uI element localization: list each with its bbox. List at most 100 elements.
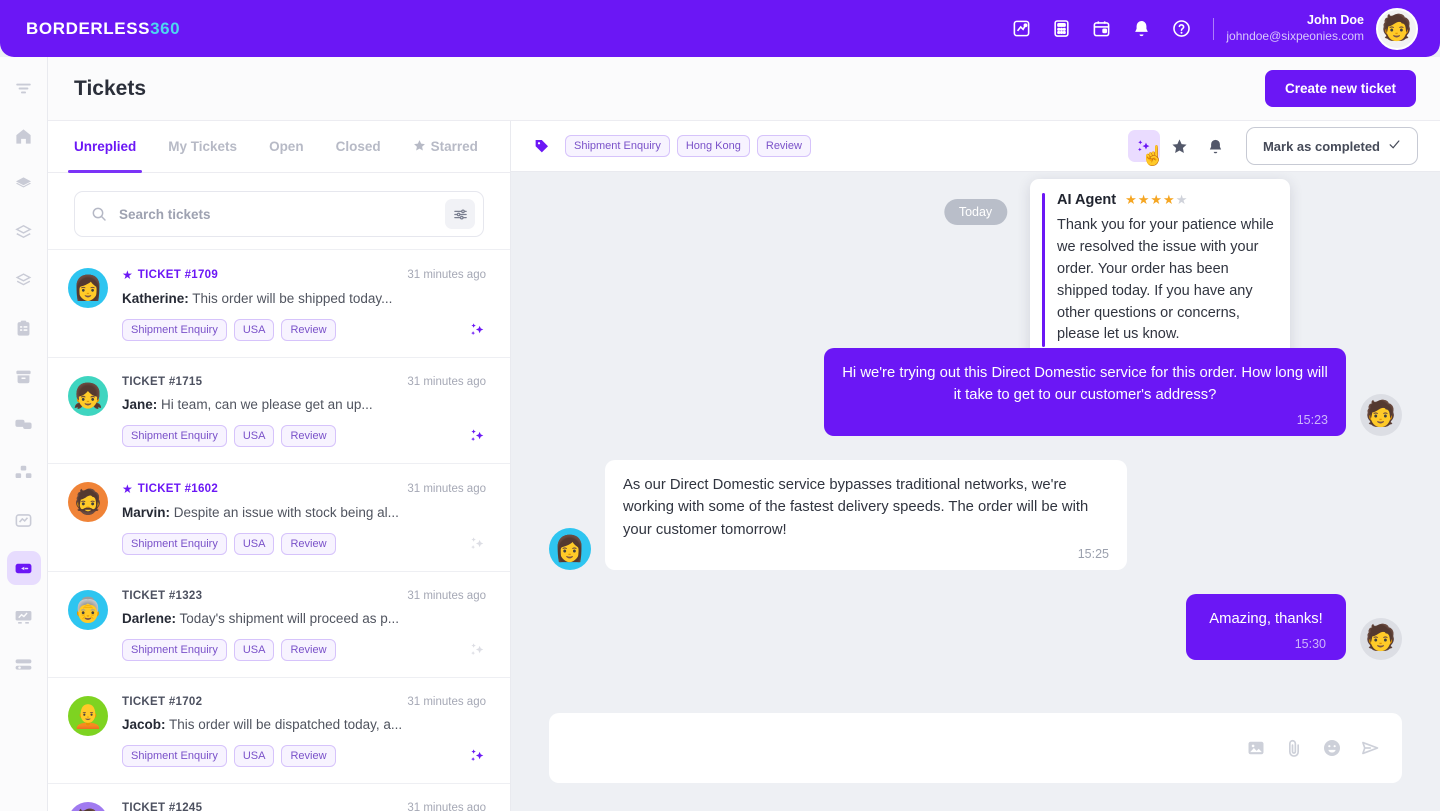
clipboard-icon[interactable] <box>7 311 41 345</box>
status-badge[interactable]: Review <box>281 639 335 661</box>
ai-rating[interactable]: ★★★★★ <box>1125 192 1188 208</box>
ai-agent-title: AI Agent <box>1057 192 1116 208</box>
tab-closed[interactable]: Closed <box>320 121 397 172</box>
mark-as-completed-button[interactable]: Mark as completed <box>1246 127 1418 165</box>
ai-suggestion-card[interactable]: AI Agent ★★★★★ Thank you for your patien… <box>1030 179 1290 361</box>
status-badge[interactable]: USA <box>234 319 275 341</box>
ticket-snippet: This order will be shipped today... <box>192 291 392 306</box>
ticket-list[interactable]: 👩 ★ TICKET #1709 31 minutes ago Katherin… <box>48 249 510 811</box>
status-badge[interactable]: Review <box>281 319 335 341</box>
menu-collapse-icon[interactable] <box>7 71 41 105</box>
layers-icon[interactable] <box>7 167 41 201</box>
status-badge[interactable]: Shipment Enquiry <box>122 533 227 555</box>
sparkle-icon[interactable] <box>468 535 486 553</box>
image-icon[interactable] <box>1246 738 1266 758</box>
layers-stack-icon[interactable] <box>7 215 41 249</box>
status-badge[interactable]: Review <box>281 425 335 447</box>
tab-unreplied[interactable]: Unreplied <box>58 121 152 172</box>
conversation-header: Shipment Enquiry Hong Kong Review ☝ Mark… <box>511 121 1440 172</box>
left-rail <box>0 57 48 811</box>
search-box[interactable] <box>74 191 484 237</box>
star-icon: ★ <box>122 268 133 282</box>
sparkle-icon[interactable] <box>468 321 486 339</box>
chart-icon[interactable] <box>7 503 41 537</box>
boxes-icon[interactable] <box>7 455 41 489</box>
status-badge[interactable]: USA <box>234 425 275 447</box>
ticket-sender: Darlene: <box>122 611 176 626</box>
status-badge[interactable]: USA <box>234 745 275 767</box>
page-title: Tickets <box>74 77 146 101</box>
avatar: 👧 <box>68 376 108 416</box>
status-badge[interactable]: USA <box>234 533 275 555</box>
message-composer[interactable] <box>549 713 1402 783</box>
help-icon[interactable] <box>1161 9 1201 49</box>
message-bubble[interactable]: As our Direct Domestic service bypasses … <box>605 460 1127 570</box>
create-new-ticket-button[interactable]: Create new ticket <box>1265 70 1416 107</box>
settings-toggle-icon[interactable] <box>7 647 41 681</box>
message-text: Amazing, thanks! <box>1206 608 1326 630</box>
sliders-icon[interactable] <box>445 199 475 229</box>
ai-suggestion-text: Thank you for your patience while we res… <box>1057 215 1276 346</box>
avatar: 👩 <box>549 528 591 570</box>
sparkle-icon[interactable] <box>468 641 486 659</box>
calendar-icon[interactable] <box>1081 9 1121 49</box>
report-icon[interactable] <box>7 599 41 633</box>
table-row[interactable]: 🧔 ★ TICKET #1602 31 minutes ago Marvin: … <box>48 463 510 571</box>
status-badge[interactable]: Shipment Enquiry <box>122 745 227 767</box>
status-badge[interactable]: Review <box>281 533 335 555</box>
chat-icon[interactable] <box>7 407 41 441</box>
status-badge[interactable]: USA <box>234 639 275 661</box>
avatar-glyph: 🧑 <box>1365 400 1396 429</box>
tab-my-tickets[interactable]: My Tickets <box>152 121 253 172</box>
table-row[interactable]: 👵 TICKET #1323 31 minutes ago Darlene: T… <box>48 571 510 677</box>
app-logo[interactable]: BORDERLESS360 <box>26 19 180 39</box>
ticket-snippet: Hi team, can we please get an up... <box>161 397 373 412</box>
home-icon[interactable] <box>7 119 41 153</box>
sparkle-icon[interactable] <box>468 747 486 765</box>
conversation-tag[interactable]: Hong Kong <box>677 135 750 157</box>
tab-starred[interactable]: Starred <box>397 121 494 172</box>
status-badge[interactable]: Review <box>281 745 335 767</box>
conversation-tag[interactable]: Shipment Enquiry <box>565 135 670 157</box>
status-badge[interactable]: Shipment Enquiry <box>122 319 227 341</box>
search-input[interactable] <box>119 207 445 222</box>
tab-open[interactable]: Open <box>253 121 320 172</box>
avatar: 🧑‍🦲 <box>68 696 108 736</box>
message-time: 15:30 <box>1206 637 1326 651</box>
bell-icon[interactable] <box>1121 9 1161 49</box>
star-icon <box>413 139 426 155</box>
ticket-preview: Jane: Hi team, can we please get an up..… <box>122 397 486 412</box>
table-row[interactable]: 👩 ★ TICKET #1709 31 minutes ago Katherin… <box>48 249 510 357</box>
tag-plus-icon[interactable] <box>533 137 551 155</box>
analytics-icon[interactable] <box>1001 9 1041 49</box>
sparkle-icon[interactable] <box>468 427 486 445</box>
calculator-icon[interactable] <box>1041 9 1081 49</box>
ticket-preview: Katherine: This order will be shipped to… <box>122 291 486 306</box>
table-row[interactable]: 🧑‍🦲 TICKET #1702 31 minutes ago Jacob: T… <box>48 677 510 783</box>
archive-icon[interactable] <box>7 359 41 393</box>
emoji-icon[interactable] <box>1322 738 1342 758</box>
ticket-sender: Katherine: <box>122 291 189 306</box>
message-thread[interactable]: Today AI Agent ★★★★★ Thank you for your … <box>511 172 1440 713</box>
ai-sparkle-button[interactable]: ☝ <box>1128 130 1160 162</box>
avatar-glyph: 🧑 <box>73 808 103 811</box>
send-icon[interactable] <box>1360 738 1380 758</box>
message-text: As our Direct Domestic service bypasses … <box>623 474 1109 541</box>
status-badge[interactable]: Shipment Enquiry <box>122 425 227 447</box>
status-badge[interactable]: Shipment Enquiry <box>122 639 227 661</box>
table-row[interactable]: 🧑 TICKET #1245 31 minutes ago <box>48 783 510 811</box>
star-button[interactable] <box>1164 130 1196 162</box>
conversation-tag[interactable]: Review <box>757 135 811 157</box>
notify-button[interactable] <box>1200 130 1232 162</box>
user-info[interactable]: John Doe johndoe@sixpeonies.com <box>1226 13 1364 44</box>
sidebar-item-tickets[interactable] <box>7 551 41 585</box>
check-icon <box>1388 138 1401 154</box>
table-row[interactable]: 👧 TICKET #1715 31 minutes ago Jane: Hi t… <box>48 357 510 463</box>
attachment-icon[interactable] <box>1284 738 1304 758</box>
avatar[interactable]: 🧑 <box>1376 8 1418 50</box>
layers-outline-icon[interactable] <box>7 263 41 297</box>
ticket-id: TICKET #1702 <box>122 696 202 708</box>
message-row-outgoing: Amazing, thanks! 15:30 🧑 <box>549 594 1402 659</box>
message-bubble[interactable]: Hi we're trying out this Direct Domestic… <box>824 348 1346 436</box>
message-bubble[interactable]: Amazing, thanks! 15:30 <box>1186 594 1346 659</box>
